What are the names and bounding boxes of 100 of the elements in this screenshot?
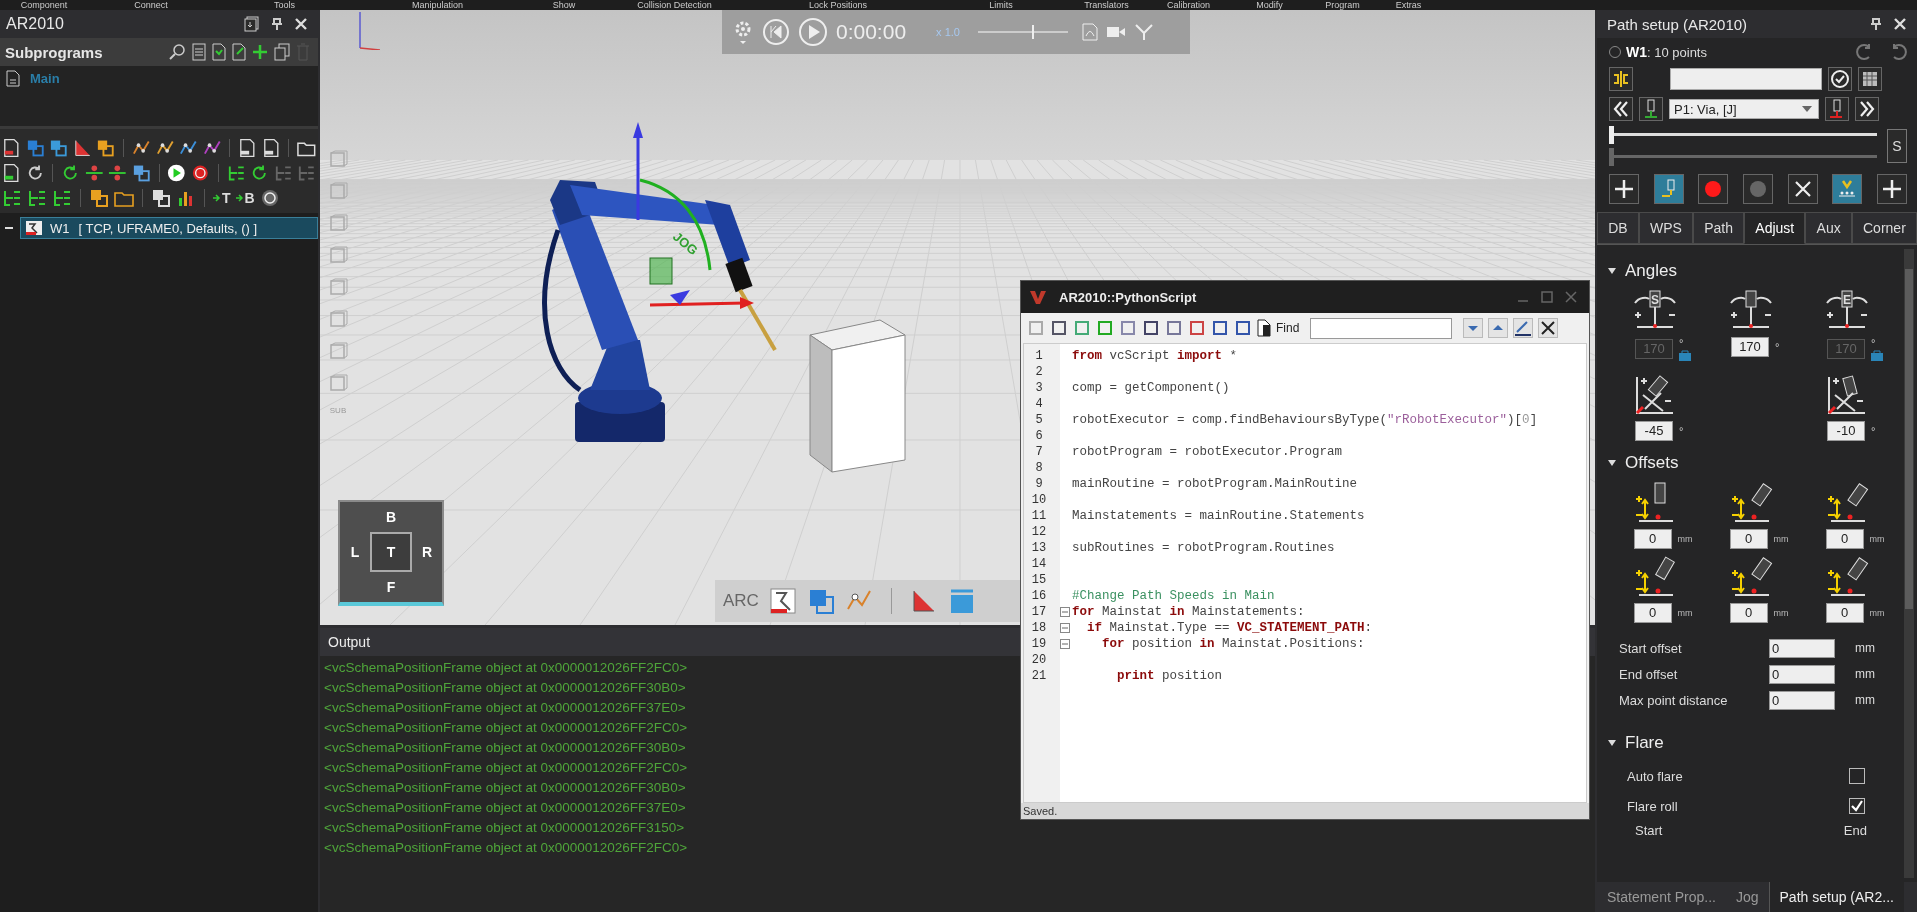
- document-icon[interactable]: [261, 138, 281, 158]
- offset-field[interactable]: 0: [1769, 664, 1835, 684]
- circle-icon[interactable]: [259, 188, 280, 208]
- pin-icon[interactable]: [270, 17, 284, 31]
- scrollbar[interactable]: [1904, 249, 1914, 878]
- offset-field[interactable]: 0: [1633, 603, 1672, 623]
- maximize-icon[interactable]: [1541, 291, 1553, 303]
- ribbon-group-label[interactable]: Lock Positions: [741, 0, 935, 10]
- frame-icon[interactable]: [25, 138, 45, 158]
- find-field[interactable]: [1310, 317, 1453, 339]
- ribbon-group-label[interactable]: Program: [1308, 0, 1377, 10]
- ribbon-group-label[interactable]: Translators: [1067, 0, 1146, 10]
- ribbon-group-label[interactable]: Tools: [214, 0, 355, 10]
- document-icon[interactable]: [1257, 319, 1271, 337]
- stop-button[interactable]: [1742, 174, 1773, 204]
- pin-icon[interactable]: [1869, 17, 1883, 31]
- split-icon[interactable]: [1609, 67, 1633, 91]
- offset-field[interactable]: 0: [1633, 529, 1672, 549]
- y-axis-handle[interactable]: [670, 290, 690, 305]
- return-icon[interactable]: [52, 188, 72, 208]
- checkbox[interactable]: [1849, 768, 1865, 784]
- path-icon[interactable]: [2, 138, 21, 158]
- ribbon-group-label[interactable]: Calibration: [1146, 0, 1231, 10]
- connect-icon[interactable]: [108, 163, 127, 183]
- checkbox[interactable]: [1849, 798, 1865, 814]
- ribbon-group-label[interactable]: Show: [520, 0, 608, 10]
- last-icon[interactable]: [1855, 97, 1879, 121]
- tab[interactable]: DB: [1597, 212, 1639, 244]
- offset-field[interactable]: 0: [1769, 638, 1835, 658]
- torch-icon[interactable]: [1639, 97, 1663, 121]
- find-previous-icon[interactable]: [1488, 318, 1509, 338]
- verify-button[interactable]: [1832, 174, 1863, 204]
- offset-field[interactable]: 0: [1729, 603, 1768, 623]
- record-button[interactable]: [1698, 174, 1729, 204]
- play-icon[interactable]: [167, 163, 187, 183]
- torch-icon[interactable]: [1825, 97, 1849, 121]
- arc-button[interactable]: ARC: [723, 591, 759, 611]
- fold-toggle-icon[interactable]: [1060, 639, 1070, 649]
- search-icon[interactable]: [168, 43, 186, 61]
- touch-sense-button[interactable]: [1653, 174, 1684, 204]
- rotation-arc[interactable]: [639, 178, 712, 271]
- find-next-icon[interactable]: [1463, 318, 1484, 338]
- tab[interactable]: Path setup (AR2...: [1768, 882, 1904, 912]
- angle-icon[interactable]: [72, 138, 92, 158]
- offset-field[interactable]: 0: [1729, 529, 1768, 549]
- fold-toggle-icon[interactable]: [1060, 607, 1070, 617]
- text-frame-icon[interactable]: [49, 138, 68, 158]
- speed-button[interactable]: S: [1887, 129, 1907, 163]
- tab[interactable]: WPS: [1638, 212, 1693, 244]
- branch-icon[interactable]: [2, 188, 22, 208]
- new-document-icon[interactable]: [232, 43, 246, 61]
- offset-field[interactable]: 0: [1825, 603, 1864, 623]
- ribbon-group-label[interactable]: Modify: [1231, 0, 1308, 10]
- fold-toggle-icon[interactable]: [1060, 623, 1070, 633]
- expand-toggle-icon[interactable]: [1607, 266, 1617, 276]
- connect-icon[interactable]: [84, 163, 104, 183]
- plane-handle[interactable]: [649, 257, 673, 285]
- check-icon[interactable]: [1828, 67, 1852, 91]
- expand-toggle-icon[interactable]: [1607, 738, 1617, 748]
- path-icon[interactable]: [768, 587, 797, 615]
- new-document-icon[interactable]: [212, 43, 226, 61]
- angle-field[interactable]: -10: [1827, 421, 1865, 441]
- z-axis-arrow[interactable]: [633, 122, 643, 220]
- ribbon-group-label[interactable]: Component: [0, 0, 88, 10]
- branch-icon[interactable]: [27, 188, 47, 208]
- tab[interactable]: Aux: [1805, 212, 1852, 244]
- ribbon-group-label[interactable]: Collision Detection: [608, 0, 741, 10]
- clipboard-icon[interactable]: [238, 138, 257, 158]
- dock-icon[interactable]: [244, 16, 260, 32]
- import-icon[interactable]: [2, 163, 21, 183]
- view-cube[interactable]: B L T R F: [338, 500, 444, 606]
- arrow-label-button[interactable]: T: [213, 190, 231, 206]
- slider-thumb[interactable]: [1609, 126, 1614, 144]
- point-dropdown[interactable]: P1: Via, [J]: [1669, 99, 1819, 119]
- ribbon-group-label[interactable]: Manipulation: [355, 0, 520, 10]
- ribbon-group-label[interactable]: Limits: [935, 0, 1067, 10]
- offset-field[interactable]: 0: [1825, 529, 1864, 549]
- close-icon[interactable]: [1538, 318, 1559, 338]
- plus-icon[interactable]: [252, 44, 268, 60]
- tab[interactable]: Adjust: [1744, 212, 1806, 244]
- highlight-icon[interactable]: [1513, 318, 1534, 338]
- tree-item[interactable]: W1 [ TCP, UFRAME0, Defaults, () ]: [20, 217, 318, 239]
- ribbon-group-label[interactable]: Connect: [88, 0, 214, 10]
- add-button[interactable]: [1609, 174, 1639, 204]
- tab[interactable]: Path: [1693, 212, 1745, 244]
- table-icon[interactable]: [1858, 67, 1882, 91]
- add-button[interactable]: [1876, 174, 1907, 204]
- first-icon[interactable]: [1609, 97, 1633, 121]
- x-axis-arrow[interactable]: [649, 297, 754, 309]
- tab[interactable]: Corner: [1851, 212, 1917, 244]
- delete-button[interactable]: [1787, 174, 1818, 204]
- list-icon[interactable]: [226, 163, 246, 183]
- expand-toggle-icon[interactable]: [1607, 458, 1617, 468]
- angle-field[interactable]: -45: [1635, 421, 1673, 441]
- offset-field[interactable]: 0: [1769, 690, 1835, 710]
- ribbon-group-label[interactable]: Extras: [1377, 0, 1440, 10]
- angle-field[interactable]: 170: [1731, 337, 1769, 357]
- stop-icon[interactable]: [191, 163, 210, 183]
- name-field[interactable]: [1670, 68, 1822, 90]
- arrow-label-button[interactable]: B: [235, 190, 255, 206]
